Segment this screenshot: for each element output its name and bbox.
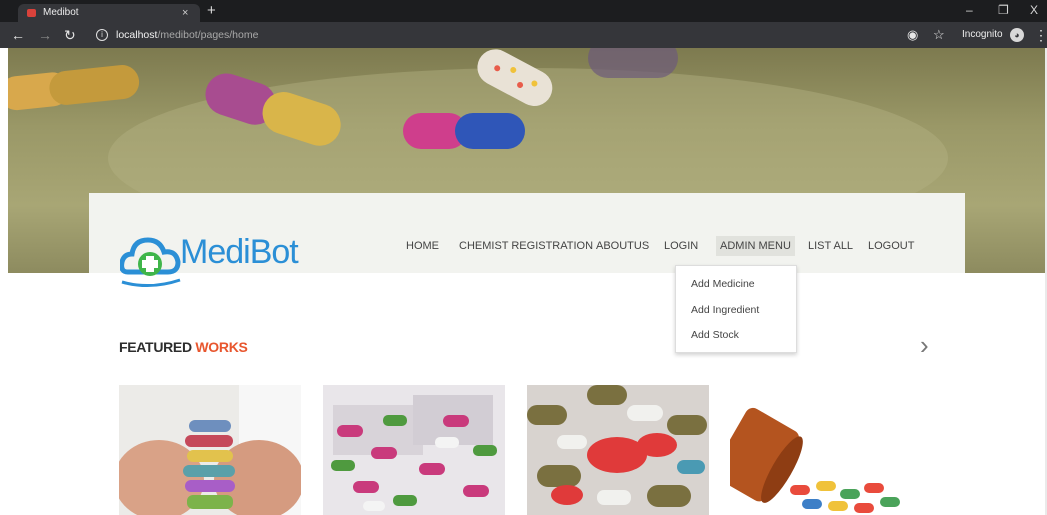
- incognito-label: Incognito: [962, 29, 1003, 40]
- menu-item-add-ingredient[interactable]: Add Ingredient: [691, 303, 759, 317]
- nav-list-all[interactable]: LIST ALL: [808, 236, 853, 256]
- location-icon[interactable]: ◉: [907, 26, 918, 44]
- nav-chemist-registration[interactable]: CHEMIST REGISTRATION: [459, 236, 593, 256]
- carousel-next-icon[interactable]: ›: [920, 330, 929, 360]
- reload-icon[interactable]: ↻: [64, 26, 76, 44]
- nav-login[interactable]: LOGIN: [664, 236, 698, 256]
- cloud-cross-icon: [120, 237, 181, 287]
- featured-thumbnail[interactable]: [323, 385, 505, 515]
- back-arrow-icon[interactable]: ←: [11, 26, 25, 44]
- tab-title: Medibot: [43, 7, 79, 18]
- logo-text: MediBot: [180, 233, 299, 271]
- incognito-icon[interactable]: ◕: [1010, 28, 1024, 42]
- minimize-icon[interactable]: –: [966, 3, 973, 18]
- forward-arrow-icon[interactable]: →: [38, 26, 52, 44]
- more-options-icon[interactable]: ⋮: [1034, 22, 1047, 48]
- new-tab-icon[interactable]: +: [207, 2, 216, 20]
- url-text: localhost/medibot/pages/home: [116, 29, 259, 41]
- site-logo[interactable]: MediBot: [120, 224, 299, 290]
- favicon-icon: [27, 9, 36, 17]
- featured-thumbnail[interactable]: [730, 385, 912, 515]
- browser-tab[interactable]: Medibot ×: [18, 4, 200, 22]
- restore-icon[interactable]: ❐: [998, 3, 1009, 18]
- tab-close-icon[interactable]: ×: [182, 4, 188, 22]
- nav-logout[interactable]: LOGOUT: [868, 236, 914, 256]
- nav-aboutus[interactable]: ABOUTUS: [596, 236, 649, 256]
- browser-tab-bar: Medibot × + – ❐ X: [0, 0, 1047, 22]
- featured-thumbnail[interactable]: [119, 385, 301, 515]
- menu-item-add-medicine[interactable]: Add Medicine: [691, 277, 755, 291]
- nav-admin-menu[interactable]: ADMIN MENU: [716, 236, 795, 256]
- admin-dropdown-menu: Add Medicine Add Ingredient Add Stock: [675, 265, 797, 353]
- url-input[interactable]: i localhost/medibot/pages/home: [92, 24, 892, 46]
- star-icon[interactable]: ☆: [933, 26, 945, 44]
- close-window-icon[interactable]: X: [1030, 3, 1038, 18]
- address-bar: ← → ↻ i localhost/medibot/pages/home ◉ ☆…: [0, 22, 1047, 48]
- nav-home[interactable]: HOME: [406, 236, 439, 256]
- info-icon[interactable]: i: [96, 29, 108, 41]
- featured-thumbnail[interactable]: [527, 385, 709, 515]
- section-title: FEATURED WORKS: [119, 339, 248, 355]
- menu-item-add-stock[interactable]: Add Stock: [691, 328, 739, 342]
